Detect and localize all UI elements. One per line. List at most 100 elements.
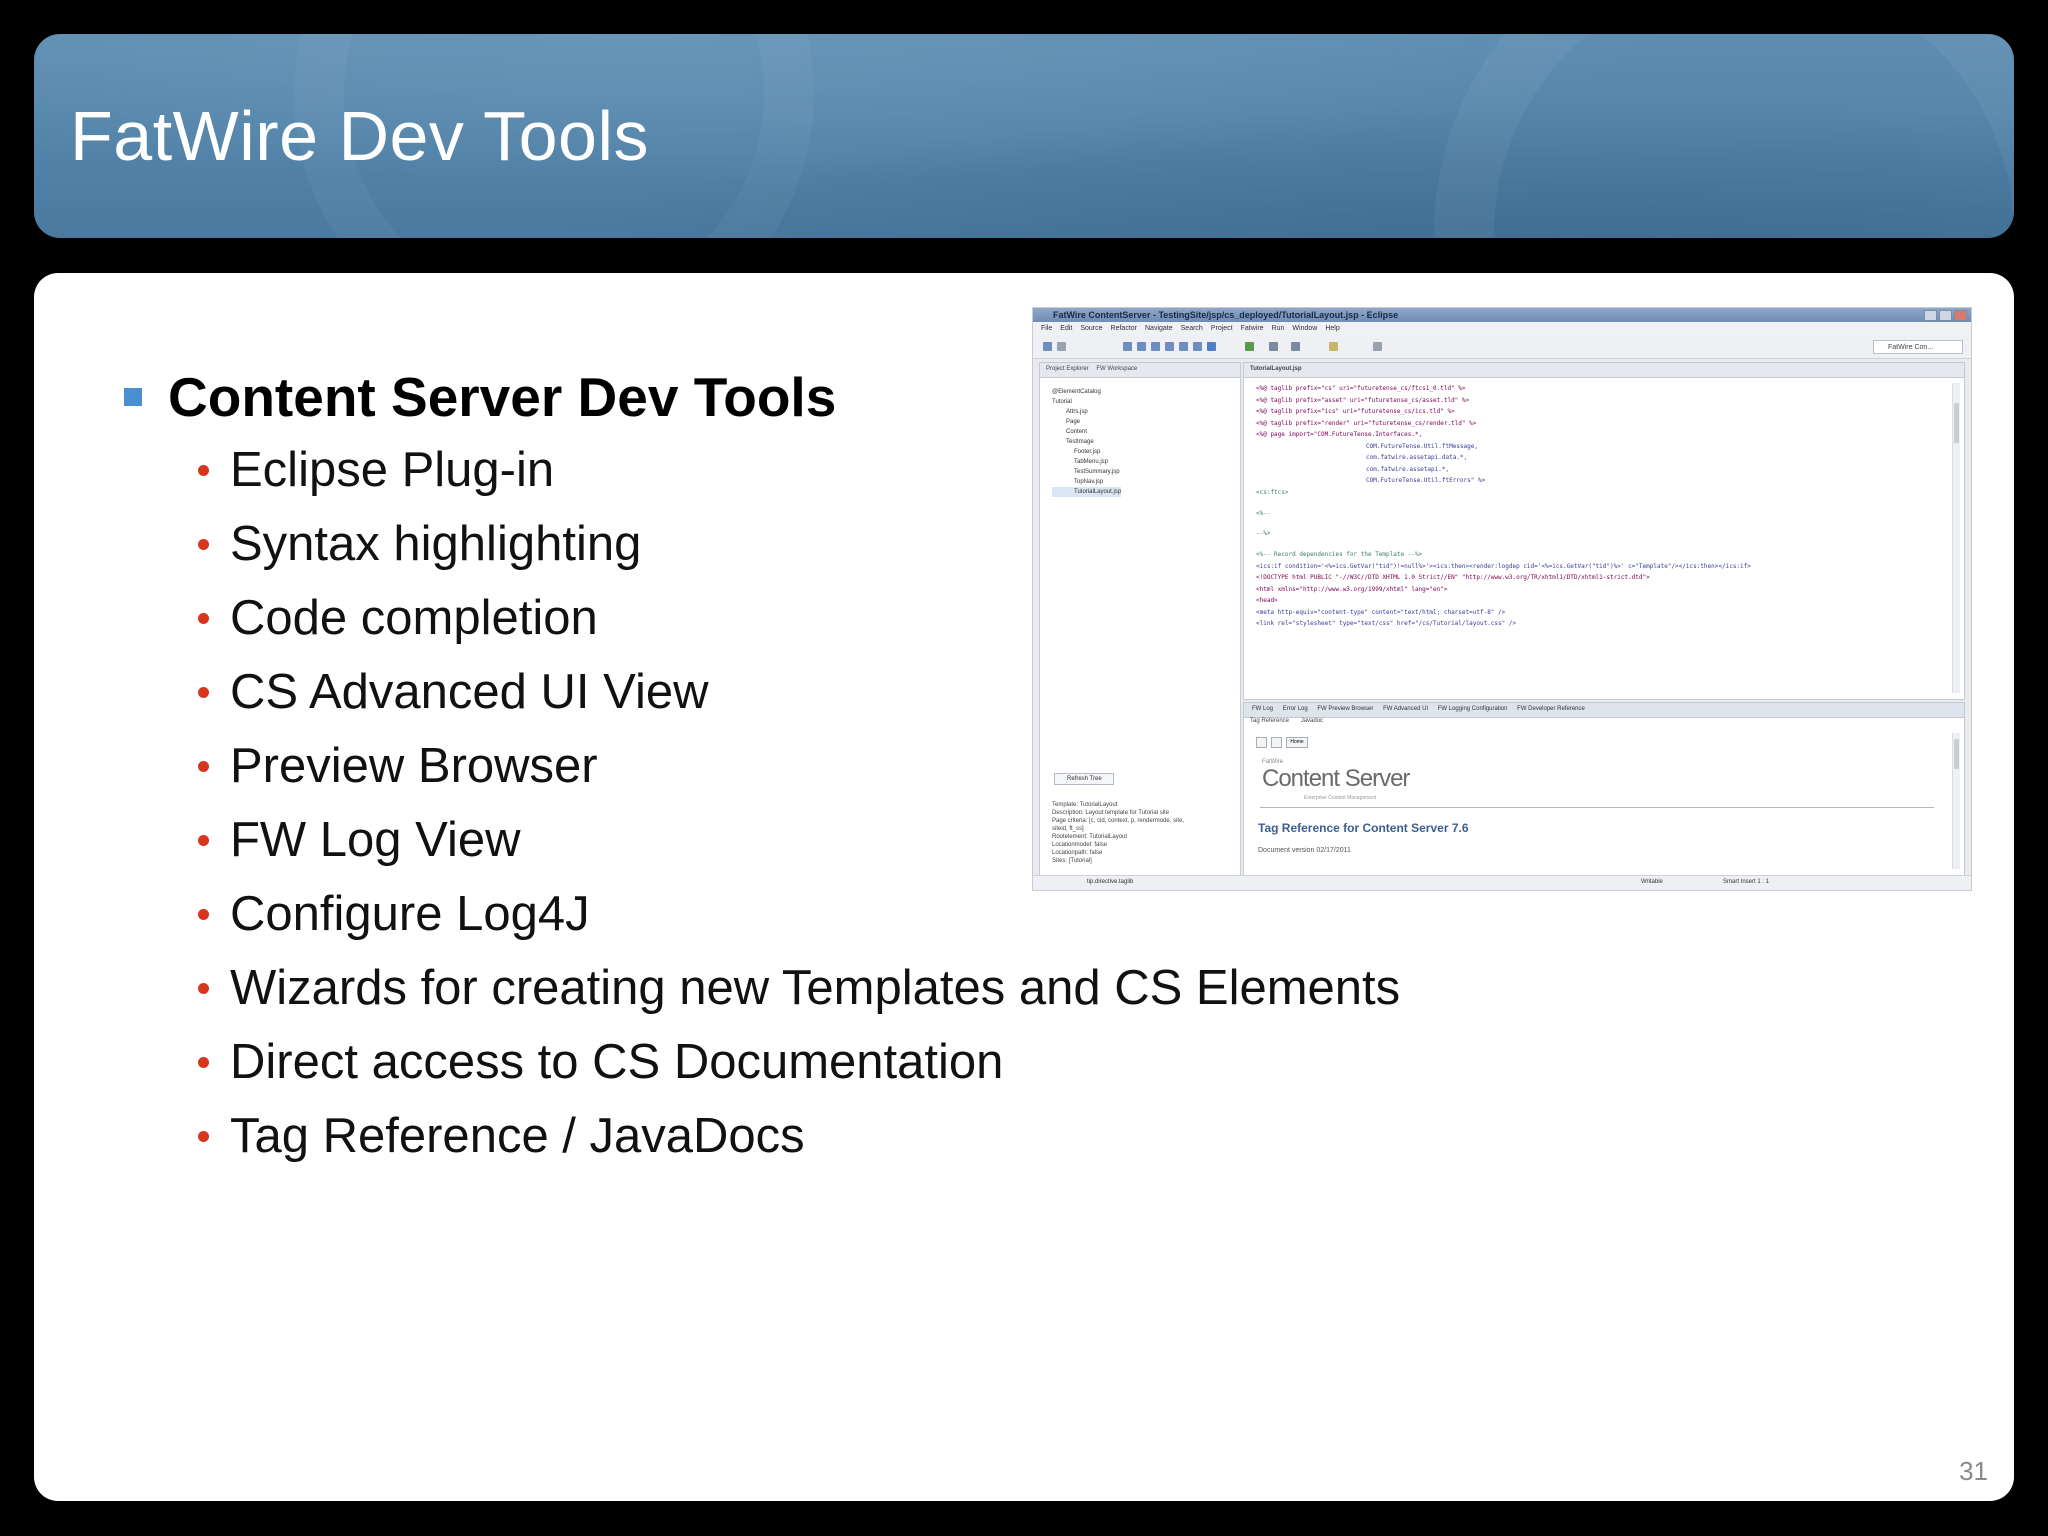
tree-item: TopNav.jsp	[1074, 479, 1104, 485]
tab-preview-browser: FW Preview Browser	[1317, 706, 1374, 712]
property-line: Locationpath: false	[1052, 850, 1103, 856]
list-item-text: Configure Log4J	[230, 887, 590, 941]
status-bar: tip.directive.taglib Writable Smart Inse…	[1033, 875, 1971, 890]
eclipse-screenshot: FatWire ContentServer - TestingSite/jsp/…	[1032, 307, 1972, 891]
code-line: <ics:if condition='<%=ics.GetVar("tid")!…	[1256, 562, 1751, 570]
code-line: com.fatwire.assetapi.*,	[1366, 465, 1450, 473]
title-decoration	[1434, 34, 2014, 238]
tree-item: TutorialLayout.jsp	[1052, 487, 1122, 497]
menu-item: Search	[1180, 325, 1203, 332]
tab-javadoc: Javadoc	[1300, 718, 1324, 724]
tree-item: TabMenu.jsp	[1074, 459, 1109, 465]
tab-logging-configuration: FW Logging Configuration	[1437, 706, 1508, 712]
code-line: <meta http-equiv="content-type" content=…	[1256, 608, 1506, 616]
title-bar: FatWire Dev Tools	[34, 34, 2014, 238]
bullet-dot-icon	[198, 1056, 209, 1068]
minimize-icon	[1924, 310, 1937, 321]
square-bullet-icon	[124, 388, 142, 406]
bullet-dot-icon	[198, 1130, 209, 1142]
tab-fw-workspace: FW Workspace	[1096, 366, 1138, 372]
bullet-dot-icon	[198, 612, 209, 624]
bullet-dot-icon	[198, 686, 209, 698]
property-line: siteid, ft_ss]	[1052, 826, 1084, 832]
tree-item: @ElementCatalog	[1052, 389, 1101, 395]
toolbar-icon	[1165, 342, 1174, 351]
toolbar-icon	[1207, 342, 1216, 351]
code-line: com.fatwire.assetapi.data.*,	[1366, 454, 1468, 461]
menu-item: Run	[1271, 325, 1285, 332]
menu-bar: File Edit Source Refactor Navigate Search Proj…	[1033, 322, 1971, 336]
menu-item: Refactor	[1110, 325, 1137, 332]
list-item-text: Tag Reference / JavaDocs	[230, 1109, 805, 1163]
list-item-text: Code completion	[230, 591, 598, 645]
toolbar-icon	[1151, 342, 1160, 351]
brand-subtitle: Enterprise Content Management	[1304, 795, 1377, 801]
file-tree: @ElementCatalog Tutorial Attrs.jsp Page …	[1052, 387, 1122, 497]
menu-item: Source	[1080, 325, 1103, 332]
list-item: Tag Reference / JavaDocs	[198, 1099, 1400, 1173]
list-item: Wizards for creating new Templates and C…	[198, 951, 1400, 1025]
tree-item: TestImage	[1066, 439, 1094, 445]
code-line: <link rel="stylesheet" type="text/css" h…	[1256, 620, 1517, 627]
explorer-tabs: Project Explorer FW Workspace	[1040, 363, 1240, 378]
code-line: <%@ taglib prefix="cs" uri="futuretense_…	[1256, 385, 1466, 392]
refresh-tree-button: Refresh Tree	[1054, 773, 1114, 785]
content-server-logo: Content Server	[1262, 765, 1410, 792]
developer-reference-panel: FW Log Error Log FW Preview Browser FW A…	[1243, 702, 1965, 876]
code-line: <%-- Record dependencies for the Templat…	[1256, 551, 1423, 558]
scroll-thumb	[1954, 739, 1959, 769]
tab-tag-reference: Tag Reference	[1250, 718, 1290, 724]
tab-developer-reference: FW Developer Reference	[1517, 706, 1585, 712]
slide-title: FatWire Dev Tools	[70, 97, 650, 175]
list-item-text: Direct access to CS Documentation	[230, 1035, 1004, 1089]
tree-item: Content	[1066, 429, 1088, 435]
status-left: tip.directive.taglib	[1087, 879, 1134, 885]
toolbar-icon	[1057, 342, 1066, 351]
window-controls	[1924, 310, 1967, 321]
scroll-thumb	[1954, 403, 1959, 443]
list-item-text: Eclipse Plug-in	[230, 443, 555, 497]
tab-project-explorer: Project Explorer	[1046, 366, 1089, 372]
bullet-dot-icon	[198, 908, 209, 920]
code-line: COM.FutureTense.Util.ftErrors" %>	[1366, 477, 1486, 484]
code-lines: <%@ taglib prefix="cs" uri="futuretense_…	[1256, 383, 1944, 630]
toolbar-icon	[1123, 342, 1132, 351]
tab-advanced-ui: FW Advanced UI	[1383, 706, 1429, 712]
reference-subtabs: Tag Reference Javadoc	[1250, 718, 1964, 730]
project-explorer-panel: Project Explorer FW Workspace @ElementCa…	[1039, 362, 1241, 876]
property-line: Description: Layout template for Tutoria…	[1052, 810, 1170, 816]
toolbar-icon	[1179, 342, 1188, 351]
tree-item: Attrs.jsp	[1066, 409, 1088, 415]
menu-item: Fatwire	[1240, 325, 1264, 332]
list-item-text: FW Log View	[230, 813, 521, 867]
page-number: 31	[1959, 1456, 1988, 1486]
code-line: <%@ taglib prefix="ics" uri="futuretense…	[1256, 408, 1455, 415]
tab-fw-log: FW Log	[1252, 706, 1274, 712]
close-icon	[1954, 310, 1967, 321]
view-tabs: FW Log Error Log FW Preview Browser FW A…	[1244, 703, 1964, 718]
toolbar-icon	[1269, 342, 1278, 351]
toolbar-icon	[1137, 342, 1146, 351]
property-line: Template: TutorialLayout	[1052, 802, 1118, 808]
menu-item: Project	[1210, 325, 1233, 332]
reference-scrollbar	[1952, 733, 1960, 869]
perspective-switcher: FatWire Con...	[1873, 340, 1963, 354]
status-insert-mode: Smart Insert 1 : 1	[1723, 879, 1770, 885]
template-properties: Template: TutorialLayout Description: La…	[1052, 801, 1184, 865]
bullet-dot-icon	[198, 834, 209, 846]
bullet-dot-icon	[198, 760, 209, 772]
heading-text: Content Server Dev Tools	[168, 366, 837, 428]
menu-item: Edit	[1060, 325, 1073, 332]
section-heading: Content Server Dev Tools	[124, 365, 836, 429]
code-line: <cs:ftcs>	[1256, 488, 1289, 496]
menu-item: Navigate	[1145, 325, 1173, 332]
bullet-dot-icon	[198, 982, 209, 994]
property-line: Locationmodel: false	[1052, 842, 1108, 848]
home-button: Home	[1286, 737, 1308, 748]
list-item-text: Wizards for creating new Templates and C…	[230, 961, 1401, 1015]
toolbar-icon	[1373, 342, 1382, 351]
divider	[1260, 807, 1934, 808]
code-line: --%>	[1256, 529, 1271, 537]
code-line: <%@ taglib prefix="asset" uri="futureten…	[1256, 396, 1470, 404]
browser-nav: Home	[1256, 737, 1308, 748]
